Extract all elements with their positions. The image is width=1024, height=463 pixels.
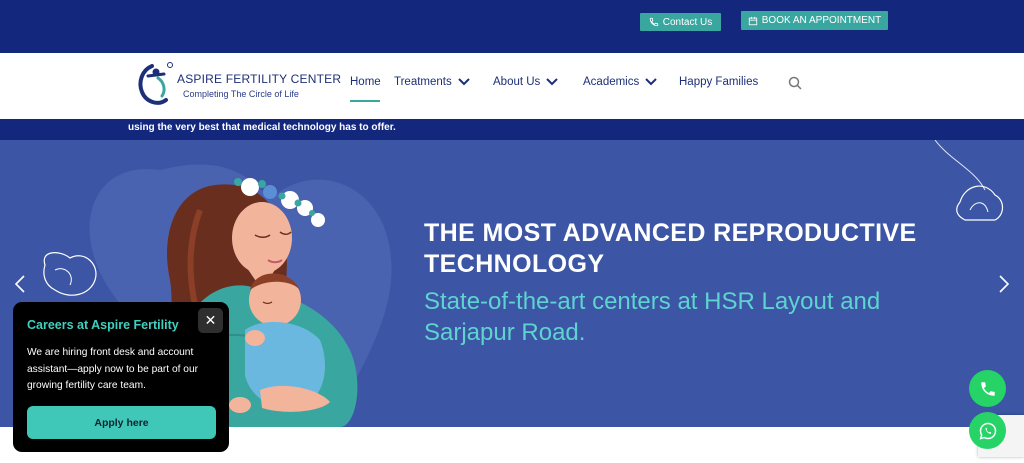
contact-us-label: Contact Us <box>662 16 713 28</box>
phone-icon <box>649 17 658 27</box>
ticker-text: using the very best that medical technol… <box>128 122 396 133</box>
whatsapp-icon <box>979 422 996 440</box>
slider-next-arrow-icon[interactable] <box>997 274 1011 294</box>
hero-title: THE MOST ADVANCED REPRODUCTIVE TECHNOLOG… <box>424 219 917 278</box>
apply-here-button[interactable]: Apply here <box>27 406 216 439</box>
phone-icon <box>980 381 995 396</box>
contact-us-button[interactable]: Contact Us <box>640 13 721 31</box>
whatsapp-button[interactable] <box>969 412 1006 449</box>
book-appointment-button[interactable]: BOOK AN APPOINTMENT <box>741 11 888 30</box>
popup-body-text: We are hiring front desk and account ass… <box>27 347 199 391</box>
nav-item-academics[interactable]: Academics <box>583 76 657 88</box>
search-icon[interactable] <box>788 76 802 90</box>
popup-close-button[interactable]: ✕ <box>198 308 223 333</box>
aspire-logo-icon[interactable] <box>134 60 176 110</box>
brand-tagline: Completing The Circle of Life <box>183 89 299 99</box>
nav-item-label: Happy Families <box>679 76 759 88</box>
nav-active-indicator <box>350 100 380 102</box>
nav-item-home[interactable]: Home <box>350 76 381 88</box>
nav-item-about-us[interactable]: About Us <box>493 76 559 88</box>
chevron-down-icon <box>458 78 470 86</box>
call-button[interactable] <box>969 370 1006 407</box>
nav-item-label: About Us <box>493 76 541 88</box>
nav-item-happy-families[interactable]: Happy Families <box>679 76 758 88</box>
chevron-down-icon <box>645 78 657 86</box>
calendar-icon <box>748 16 757 25</box>
nav-item-treatments[interactable]: Treatments <box>394 76 470 88</box>
brand-name[interactable]: ASPIRE FERTILITY CENTER <box>177 72 341 86</box>
chevron-down-icon <box>546 78 559 86</box>
nav-item-label: Home <box>350 76 381 88</box>
slider-prev-arrow-icon[interactable] <box>13 274 27 294</box>
nav-item-label: Academics <box>583 76 640 88</box>
hero-subtitle: State-of-the-art centers at HSR Layout a… <box>424 288 881 346</box>
popup-title: Careers at Aspire Fertility <box>27 318 179 332</box>
book-appointment-label: BOOK AN APPOINTMENT <box>761 15 882 26</box>
nav-item-label: Treatments <box>394 76 452 88</box>
